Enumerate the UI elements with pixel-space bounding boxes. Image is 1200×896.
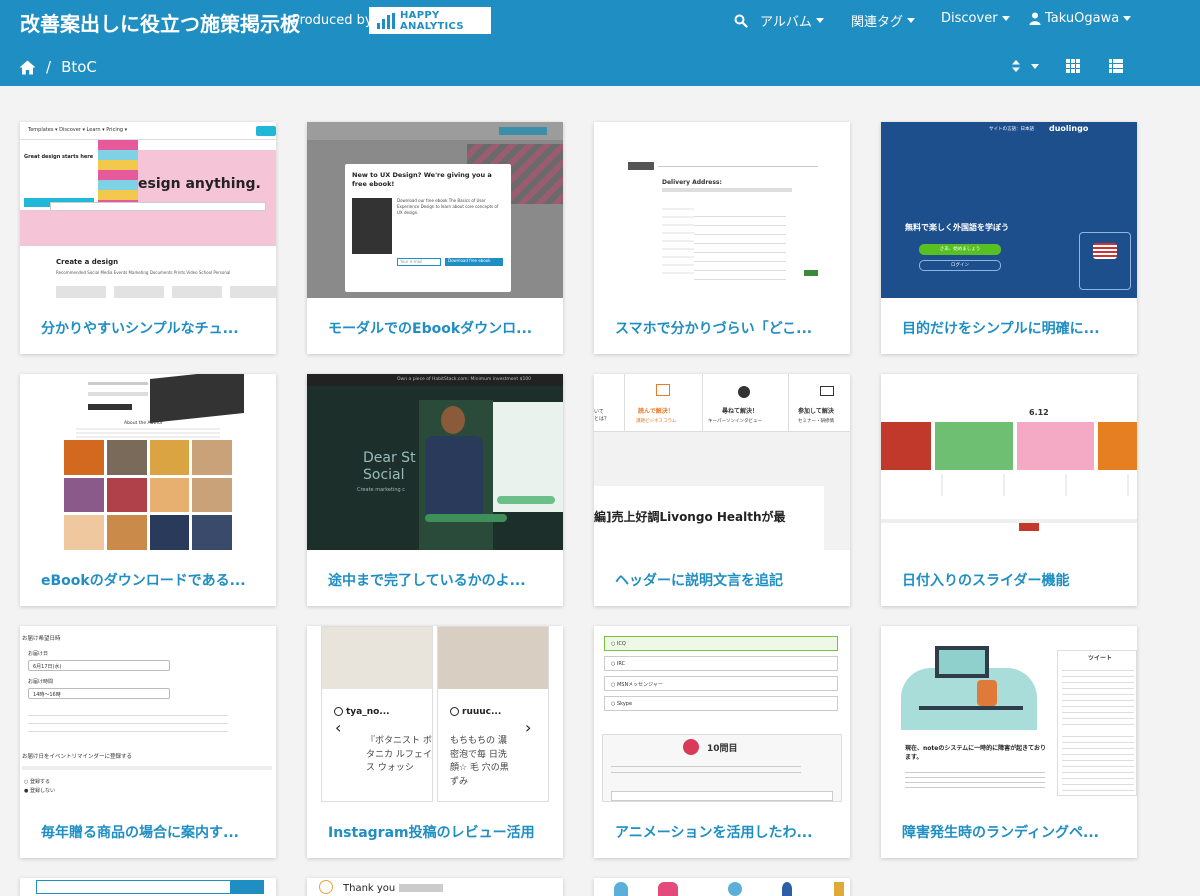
card-thumbnail: 6.12 bbox=[881, 374, 1137, 550]
grid-icon bbox=[1066, 59, 1080, 73]
logo-bars-icon bbox=[377, 12, 395, 29]
thumb-modal: New to UX Design? We're giving you a fre… bbox=[345, 164, 511, 292]
chevron-down-icon bbox=[907, 18, 916, 23]
card-partial[interactable] bbox=[20, 878, 276, 896]
thumb-text: Dear St Social bbox=[363, 450, 416, 483]
sort-dropdown[interactable] bbox=[1011, 58, 1041, 77]
thumb-text: esign anything. bbox=[138, 176, 261, 192]
card-thumbnail: tya_no... 『ボタニスト ボタニカ ルフェイス ウォッシ ruuuc..… bbox=[307, 626, 563, 802]
thank-you-text: Thank you bbox=[343, 883, 396, 894]
card-title[interactable]: eBookのダウンロードである... bbox=[41, 570, 246, 590]
chevron-down-icon bbox=[1123, 16, 1132, 21]
card[interactable]: 6.12 日付入りのスライダー機能 bbox=[881, 374, 1137, 606]
card-thumbnail: お届け希望日時 お届け日 6月17日(水) お届け時間 14時〜16時 お届け日… bbox=[20, 626, 276, 802]
nav-tags-label: 関連タグ bbox=[851, 15, 904, 30]
chevron-left-icon[interactable]: ‹ bbox=[335, 718, 341, 737]
home-icon[interactable] bbox=[19, 60, 36, 75]
list-view-button[interactable] bbox=[1109, 58, 1123, 77]
thumb-text: 無料で楽しく外国語を学ぼう bbox=[905, 223, 1009, 232]
thumb-text: お届け希望日時 bbox=[22, 636, 61, 642]
card-thumbnail: Delivery Address: bbox=[594, 122, 850, 298]
thumb-text: 編]売上好調Livongo Healthが最 bbox=[594, 510, 786, 524]
nav-user-menu[interactable]: TakuOgawa bbox=[1029, 11, 1132, 26]
card-title[interactable]: スマホで分かりづらい「どこ... bbox=[615, 318, 812, 338]
nav-discover-label: Discover bbox=[941, 11, 998, 26]
card-partial[interactable] bbox=[594, 878, 850, 896]
check-icon bbox=[319, 880, 333, 894]
card[interactable]: Templates ▾ Discover ▾ Learn ▾ Pricing ▾… bbox=[20, 122, 276, 354]
card-thumbnail: About the Author bbox=[20, 374, 276, 550]
card[interactable]: New to UX Design? We're giving you a fre… bbox=[307, 122, 563, 354]
nav-related-tags[interactable]: 関連タグ bbox=[851, 11, 916, 30]
thumb-text: 現在、noteのシステムに一時的に障害が起きております。 bbox=[905, 745, 1046, 761]
logo-text: HAPPY ANALYTICS bbox=[400, 9, 464, 32]
thumb-text: 『ボタニスト ボタニカ ルフェイス ウォッシ bbox=[366, 736, 432, 773]
site-title[interactable]: 改善案出しに役立つ施策掲示板 bbox=[20, 8, 300, 37]
card[interactable]: Own a piece of HabitStack.com: Minimum i… bbox=[307, 374, 563, 606]
card-title[interactable]: 日付入りのスライダー機能 bbox=[902, 570, 1069, 590]
card-title[interactable]: 毎年贈る商品の場合に案内す... bbox=[41, 822, 239, 842]
breadcrumb: / BtoC bbox=[19, 58, 97, 76]
card[interactable]: Delivery Address: スマホで分かりづらい「どこ... bbox=[594, 122, 850, 354]
card-thumbnail: いて とは？ 読んで解決！ 課題ビジネスコラム 尋ねて解決！ キーパーソンインタビ… bbox=[594, 374, 850, 550]
chevron-down-icon bbox=[1001, 16, 1010, 21]
sort-icon bbox=[1012, 60, 1039, 72]
card-title[interactable]: Instagram投稿のレビュー活用 bbox=[328, 822, 535, 842]
top-navbar: 改善案出しに役立つ施策掲示板 Produced by HAPPY ANALYTI… bbox=[0, 0, 1200, 86]
produced-by-label: Produced by bbox=[292, 13, 373, 28]
thumb-text: 6.12 bbox=[1029, 408, 1049, 417]
nav-discover[interactable]: Discover bbox=[941, 11, 1010, 26]
card[interactable]: サイトの言語：日本語 duolingo 無料で楽しく外国語を学ぼう さあ、始めま… bbox=[881, 122, 1137, 354]
thumb-create: Create a design bbox=[56, 258, 119, 266]
chevron-down-icon bbox=[815, 18, 824, 23]
chevron-right-icon[interactable]: › bbox=[525, 718, 531, 737]
breadcrumb-separator: / bbox=[46, 58, 52, 76]
card[interactable]: tya_no... 『ボタニスト ボタニカ ルフェイス ウォッシ ruuuc..… bbox=[307, 626, 563, 858]
card-thumbnail: Templates ▾ Discover ▾ Learn ▾ Pricing ▾… bbox=[20, 122, 276, 298]
user-icon bbox=[1029, 12, 1041, 25]
nav-album[interactable]: アルバム bbox=[734, 11, 824, 30]
thumb-text: About the Author bbox=[124, 421, 163, 426]
nav-user-label: TakuOgawa bbox=[1045, 11, 1120, 26]
card-thumbnail: サイトの言語：日本語 duolingo 無料で楽しく外国語を学ぼう さあ、始めま… bbox=[881, 122, 1137, 298]
card-title[interactable]: 途中まで完了しているかのよ... bbox=[328, 570, 526, 590]
card-title[interactable]: アニメーションを活用したわ... bbox=[615, 822, 812, 842]
card[interactable]: 現在、noteのシステムに一時的に障害が起きております。 ツイート 障害発生時の… bbox=[881, 626, 1137, 858]
list-icon bbox=[1109, 59, 1123, 73]
thumb-nav: Templates ▾ Discover ▾ Learn ▾ Pricing ▾ bbox=[20, 122, 276, 140]
card-thumbnail: Own a piece of HabitStack.com: Minimum i… bbox=[307, 374, 563, 550]
card[interactable]: いて とは？ 読んで解決！ 課題ビジネスコラム 尋ねて解決！ キーパーソンインタビ… bbox=[594, 374, 850, 606]
card[interactable]: About the Author eBookのダウンロードである... bbox=[20, 374, 276, 606]
breadcrumb-current[interactable]: BtoC bbox=[61, 58, 97, 76]
card-thumbnail: ○ ICQ ○ IRC ○ MSNメッセンジャー ○ Skype 10問目 bbox=[594, 626, 850, 802]
thumb-text: Delivery Address: bbox=[662, 179, 722, 186]
thumb-text: 10問目 bbox=[707, 744, 738, 754]
card-title[interactable]: ヘッダーに説明文言を追記 bbox=[615, 570, 783, 590]
card-title[interactable]: 分かりやすいシンプルなチュ... bbox=[41, 318, 239, 338]
happy-analytics-logo[interactable]: HAPPY ANALYTICS bbox=[369, 7, 491, 34]
card-thumbnail: 現在、noteのシステムに一時的に障害が起きております。 ツイート bbox=[881, 626, 1137, 802]
nav-album-label: アルバム bbox=[760, 15, 812, 30]
card-title[interactable]: 障害発生時のランディングペ... bbox=[902, 822, 1099, 842]
grid-view-button[interactable] bbox=[1066, 58, 1080, 77]
thumb-headline: Great design starts here bbox=[24, 154, 94, 160]
card[interactable]: お届け希望日時 お届け日 6月17日(水) お届け時間 14時〜16時 お届け日… bbox=[20, 626, 276, 858]
card[interactable]: ○ ICQ ○ IRC ○ MSNメッセンジャー ○ Skype 10問目 アニ… bbox=[594, 626, 850, 858]
card-thumbnail: New to UX Design? We're giving you a fre… bbox=[307, 122, 563, 298]
card-title[interactable]: 目的だけをシンプルに明確に... bbox=[902, 318, 1100, 338]
card-partial[interactable]: Thank you bbox=[307, 878, 563, 896]
thumb-text: New to UX Design? We're giving you a fre… bbox=[352, 171, 492, 189]
card-title[interactable]: モーダルでのEbookダウンロ... bbox=[328, 318, 532, 338]
search-icon[interactable] bbox=[734, 14, 748, 28]
